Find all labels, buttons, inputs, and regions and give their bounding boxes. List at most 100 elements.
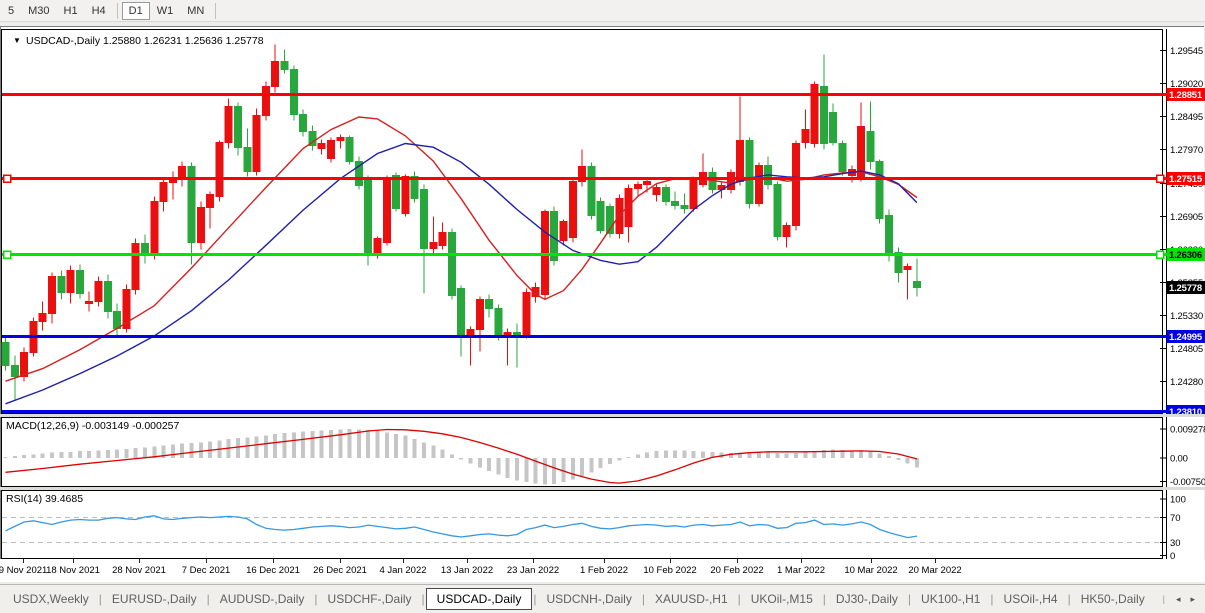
toolbar-separator — [117, 3, 118, 19]
tab-scroll-right-icon[interactable]: ▸ — [1190, 594, 1195, 605]
period-button-5[interactable]: 5 — [1, 2, 21, 20]
macd-panel[interactable]: 0.0092780.00-0.00750MACD(12,26,9) -0.003… — [0, 417, 1205, 487]
tab-uk100-h1[interactable]: UK100-,H1 — [912, 589, 989, 609]
tab-usdcnh-daily[interactable]: USDCNH-,Daily — [537, 589, 640, 609]
macd-bar — [868, 451, 872, 458]
macd-bar — [338, 429, 342, 458]
macd-bar — [245, 438, 249, 458]
candle-body — [644, 182, 651, 185]
candle-body — [67, 271, 74, 293]
candle-body — [374, 239, 381, 253]
rsi-panel[interactable]: 10070300RSI(14) 39.4685 — [0, 490, 1205, 559]
macd-bar — [515, 458, 519, 480]
candle-body — [132, 244, 139, 290]
time-axis-tick — [935, 559, 936, 563]
time-axis-tick — [403, 559, 404, 563]
hline-handle[interactable] — [4, 175, 11, 182]
macd-bar — [627, 457, 631, 458]
tab-separator: | — [1162, 594, 1166, 604]
macd-bar — [320, 430, 324, 458]
time-axis-label: 26 Dec 2021 — [313, 565, 367, 576]
macd-bar — [506, 458, 510, 478]
macd-bar — [329, 430, 333, 458]
price-axis-label: 1.29545 — [1170, 46, 1203, 57]
candle-body — [839, 144, 846, 172]
hline-handle[interactable] — [1157, 251, 1164, 258]
macd-bar — [803, 452, 807, 458]
macd-bar — [915, 458, 919, 468]
time-axis-tick — [206, 559, 207, 563]
hline-handle[interactable] — [1157, 175, 1164, 182]
tab-usdcad-daily[interactable]: USDCAD-,Daily — [426, 588, 533, 610]
macd-bar — [496, 458, 500, 475]
time-axis-tick — [467, 559, 468, 563]
tab-eurusd-daily[interactable]: EURUSD-,Daily — [103, 589, 206, 609]
period-toolbar: 5M30H1H4 D1W1MN — [0, 0, 1205, 22]
candle-body — [114, 312, 121, 329]
macd-bar — [376, 431, 380, 458]
candle-body — [476, 300, 483, 330]
macd-bar — [655, 451, 659, 458]
period-button-d1[interactable]: D1 — [122, 2, 150, 20]
candle-body — [597, 202, 604, 231]
time-axis[interactable]: 9 Nov 202118 Nov 202128 Nov 20217 Dec 20… — [0, 559, 1205, 582]
candle-body — [383, 179, 390, 243]
tab-scroll-left-icon[interactable]: ◂ — [1176, 594, 1181, 605]
tab-usdchf-daily[interactable]: USDCHF-,Daily — [319, 589, 421, 609]
macd-bar — [599, 458, 603, 468]
macd-bar — [22, 455, 26, 458]
candle-body — [802, 130, 809, 143]
candle-body — [58, 277, 65, 293]
tab-xauusd-h1[interactable]: XAUUSD-,H1 — [646, 589, 737, 609]
macd-bar — [757, 452, 761, 458]
macd-bar — [366, 430, 370, 458]
macd-bar — [487, 458, 491, 471]
macd-bar — [878, 453, 882, 458]
hline-handle[interactable] — [4, 251, 11, 258]
macd-bar — [190, 443, 194, 458]
macd-bar — [413, 439, 417, 458]
candle-body — [858, 127, 865, 178]
period-button-w1[interactable]: W1 — [150, 2, 181, 20]
macd-bar — [469, 458, 473, 464]
macd-bar — [794, 453, 798, 458]
candle-body — [867, 132, 874, 162]
svg-text:1.25778: 1.25778 — [1169, 283, 1202, 294]
time-axis-label: 7 Dec 2021 — [182, 565, 231, 576]
macd-axis-label: 0.009278 — [1170, 425, 1205, 436]
tab-usoil-h4[interactable]: USOil-,H4 — [995, 589, 1067, 609]
time-axis-tick — [737, 559, 738, 563]
candle-body — [588, 167, 595, 216]
period-button-m30[interactable]: M30 — [21, 2, 56, 20]
macd-bar — [124, 449, 128, 458]
period-button-mn[interactable]: MN — [180, 2, 211, 20]
tab-audusd-daily[interactable]: AUDUSD-,Daily — [211, 589, 314, 609]
macd-bar — [785, 453, 789, 458]
time-axis-tick — [604, 559, 605, 563]
tab-dj30-daily[interactable]: DJ30-,Daily — [827, 589, 907, 609]
candle-body — [569, 182, 576, 238]
time-axis-tick — [139, 559, 140, 563]
tab-hk50-daily[interactable]: HK50-,Daily — [1072, 589, 1154, 609]
period-button-h4[interactable]: H4 — [85, 2, 113, 20]
symbol-dropdown-icon[interactable]: ▼ — [13, 36, 21, 45]
price-axis-label: 1.26905 — [1170, 212, 1203, 223]
macd-bar — [199, 443, 203, 459]
candle-body — [2, 343, 9, 366]
main-price-chart[interactable]: 1.295451.290201.284951.279701.274301.269… — [0, 29, 1205, 414]
tab-usdx-weekly[interactable]: USDX,Weekly — [4, 589, 98, 609]
macd-bar — [115, 450, 119, 458]
period-button-h1[interactable]: H1 — [57, 2, 85, 20]
time-axis-tick — [73, 559, 74, 563]
candle-body — [253, 116, 260, 172]
svg-text:1.26306: 1.26306 — [1169, 250, 1202, 261]
time-axis-label: 1 Mar 2022 — [777, 565, 825, 576]
tab-ukoil-m15[interactable]: UKOil-,M15 — [742, 589, 822, 609]
macd-bar — [422, 443, 426, 459]
macd-bar — [682, 451, 686, 458]
candle-body — [318, 144, 325, 149]
candle-body — [746, 141, 753, 204]
macd-bar — [255, 437, 259, 458]
macd-bar — [283, 433, 287, 458]
candle-body — [300, 115, 307, 132]
